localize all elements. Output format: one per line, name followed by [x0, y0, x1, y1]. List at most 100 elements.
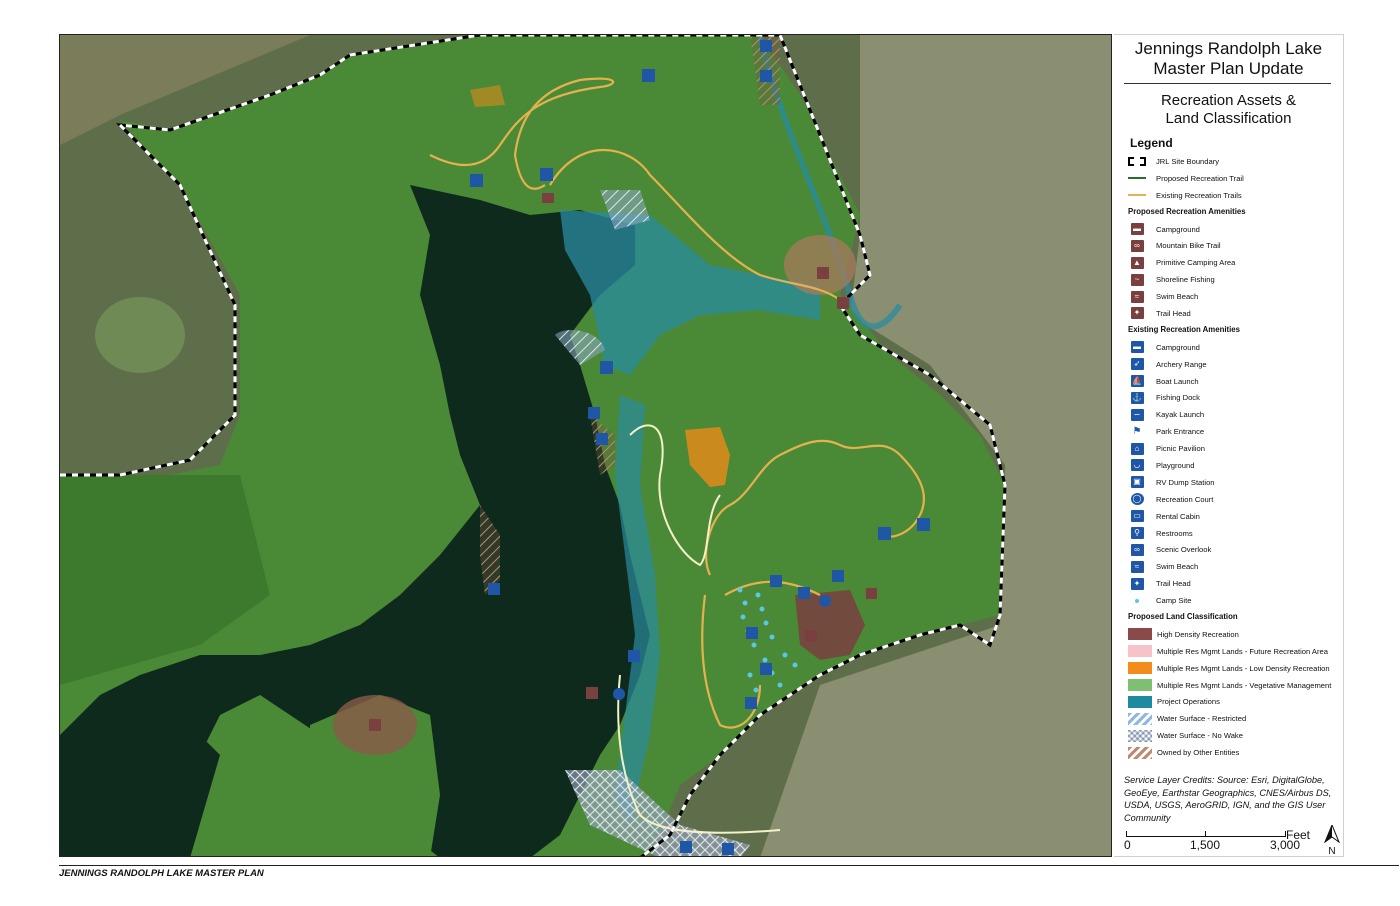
- tent-icon: [817, 267, 829, 279]
- scale-label-0: 0: [1124, 838, 1131, 852]
- flag-icon-glyph: ⚑: [1132, 426, 1142, 438]
- legend-item-existing-14-label: Trail Head: [1156, 579, 1191, 589]
- legend-item-land-6-label: Water Surface - No Wake: [1157, 731, 1243, 741]
- legend-title: Legend: [1130, 136, 1173, 150]
- trail-head-icon: [917, 518, 930, 531]
- legend-item-existing-2-label: Boat Launch: [1156, 376, 1199, 386]
- rv-icon: ▣: [1128, 476, 1146, 489]
- shoreline-fishing-icon: [542, 193, 554, 203]
- legend-item-proposed-2-label: Primitive Camping Area: [1156, 258, 1236, 268]
- hiker-icon-glyph: ✦: [1130, 307, 1144, 320]
- legend-swatch: [1128, 729, 1152, 742]
- map-canvas[interactable]: [60, 35, 1112, 857]
- legend-item-proposed-5: ✦ Trail Head: [1128, 305, 1343, 322]
- legend-item-land-6: Water Surface - No Wake: [1128, 727, 1343, 744]
- bike-icon: [866, 588, 877, 599]
- court-icon: ◯: [1128, 493, 1146, 506]
- legend-item-land-4-label: Project Operations: [1157, 697, 1220, 707]
- camp-site-dot-icon-glyph: [1135, 598, 1139, 603]
- legend-line-symbol: [1128, 156, 1146, 166]
- camper-icon-glyph: ▬: [1130, 223, 1144, 235]
- map-title: Jennings Randolph Lake Master Plan Updat…: [1122, 35, 1335, 79]
- cabin-icon-glyph: ▭: [1130, 510, 1144, 523]
- tent-icon: [586, 687, 598, 699]
- legend-item-line-2-label: Existing Recreation Trails: [1156, 190, 1242, 200]
- legend-item-existing-10-label: Rental Cabin: [1156, 511, 1200, 521]
- legend-swatch: [1128, 746, 1152, 759]
- pavilion-icon: [596, 433, 608, 445]
- legend-heading-land: Proposed Land Classification: [1128, 612, 1238, 622]
- recreation-court-icon: [613, 688, 625, 700]
- legend-item-existing-11: ⚲ Restrooms: [1128, 525, 1343, 542]
- pavilion-icon: ⌂: [1128, 442, 1146, 455]
- legend-item-existing-6-label: Picnic Pavilion: [1156, 444, 1205, 454]
- legend-item-existing-3: ⚓ Fishing Dock: [1128, 389, 1343, 406]
- kayak-icon-glyph: ∽: [1130, 408, 1144, 421]
- legend-item-existing-5-label: Park Entrance: [1156, 427, 1205, 437]
- legend-heading-existing: Existing Recreation Amenities: [1128, 324, 1240, 334]
- footer-title: JENNINGS RANDOLPH LAKE MASTER PLAN: [59, 868, 264, 879]
- legend-item-land-7: Owned by Other Entities: [1128, 744, 1343, 761]
- playground-icon: ◡: [1128, 459, 1146, 472]
- legend-item-proposed-5-label: Trail Head: [1156, 308, 1191, 318]
- scale-segment-2: [1206, 831, 1286, 837]
- scale-label-1500: 1,500: [1190, 838, 1221, 852]
- legend-item-land-0: High Density Recreation: [1128, 626, 1343, 643]
- legend-item-existing-7: ◡ Playground: [1128, 457, 1343, 474]
- legend-item-line-1: Proposed Recreation Trail: [1128, 170, 1343, 187]
- swimmer-icon: ≈: [1128, 560, 1146, 573]
- legend-item-existing-12: ∞ Scenic Overlook: [1128, 541, 1343, 558]
- legend-item-existing-3-label: Fishing Dock: [1156, 393, 1200, 403]
- binoculars-icon: ∞: [1128, 543, 1146, 556]
- legend-item-proposed-3-label: Shoreline Fishing: [1156, 275, 1215, 285]
- legend-item-land-4: Project Operations: [1128, 694, 1343, 711]
- legend-item-proposed-1-label: Mountain Bike Trail: [1156, 241, 1221, 251]
- boat-launch-icon: [488, 583, 500, 595]
- map-subtitle-line2: Land Classification: [1165, 110, 1292, 127]
- rv-icon-glyph: ▣: [1130, 476, 1144, 489]
- map-side-panel: Jennings Randolph Lake Master Plan Updat…: [1114, 34, 1344, 857]
- legend-item-line-0-label: JRL Site Boundary: [1156, 156, 1220, 166]
- map-panel[interactable]: [59, 34, 1112, 857]
- legend-item-existing-1-label: Archery Range: [1156, 359, 1207, 369]
- legend-swatch: [1128, 628, 1152, 641]
- legend-line-symbol: [1128, 177, 1146, 180]
- scenic-overlook-icon: [600, 361, 613, 374]
- north-arrow-icon: [1323, 823, 1341, 844]
- fishing-dock-icon-glyph: ⚓: [1130, 391, 1144, 404]
- legend-item-existing-15: Camp Site: [1128, 592, 1343, 609]
- flag-icon: ⚑: [1128, 426, 1146, 438]
- hiker-icon: ✦: [1128, 577, 1146, 590]
- legend-item-existing-13-label: Swim Beach: [1156, 562, 1199, 572]
- hiker-icon-glyph: ✦: [1130, 577, 1144, 590]
- tent-icon-glyph: ▲: [1130, 256, 1144, 269]
- hiker-icon: ✦: [1128, 307, 1146, 320]
- legend-item-land-3-label: Multiple Res Mgmt Lands - Vegetative Man…: [1157, 680, 1332, 690]
- camper-icon: ▬: [1128, 341, 1146, 354]
- legend-item-land-7-label: Owned by Other Entities: [1157, 748, 1240, 758]
- legend-item-existing-8: ▣ RV Dump Station: [1128, 474, 1343, 491]
- proposed-primitive-camp-clearing: [784, 235, 856, 295]
- legend-item-proposed-4-label: Swim Beach: [1156, 292, 1199, 302]
- archery-icon: ➶: [1128, 358, 1146, 371]
- legend-item-line-2: Existing Recreation Trails: [1128, 187, 1343, 204]
- legend-swatch: [1128, 695, 1152, 708]
- legend-item-existing-14: ✦ Trail Head: [1128, 575, 1343, 592]
- tent-icon: ▲: [1128, 256, 1146, 269]
- pavilion-icon-glyph: ⌂: [1130, 442, 1144, 455]
- legend-item-land-3: Multiple Res Mgmt Lands - Vegetative Man…: [1128, 677, 1343, 694]
- recreation-court-icon: [819, 595, 831, 607]
- legend-item-existing-0-label: Campground: [1156, 342, 1200, 352]
- boat-launch-icon-glyph: ⛵: [1130, 375, 1144, 388]
- bike-icon: ∞: [1128, 239, 1146, 252]
- swimmer-icon-glyph: ≈: [1130, 560, 1144, 573]
- rv-icon: [832, 570, 844, 582]
- north-arrow: N: [1323, 823, 1341, 857]
- legend-item-land-5-label: Water Surface - Restricted: [1157, 714, 1247, 724]
- legend-swatch: [1128, 645, 1152, 658]
- legend-item-existing-4-label: Kayak Launch: [1156, 410, 1205, 420]
- swim-beach-icon: [628, 650, 640, 662]
- legend-item-existing-10: ▭ Rental Cabin: [1128, 508, 1343, 525]
- restroom-icon: [470, 174, 483, 187]
- legend-item-proposed-3: ~ Shoreline Fishing: [1128, 271, 1343, 288]
